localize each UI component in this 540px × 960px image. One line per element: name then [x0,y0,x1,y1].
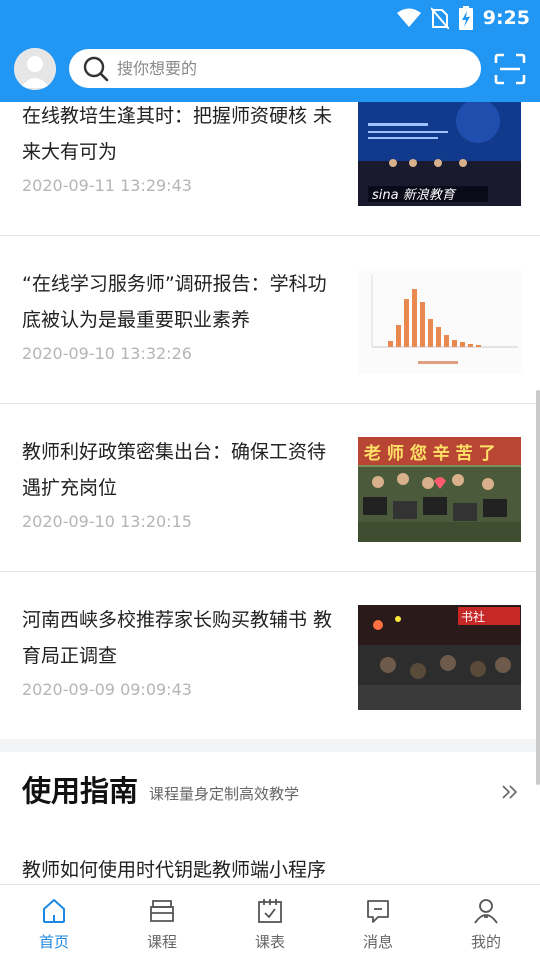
guide-section: 使用指南 课程量身定制高效教学 教师如何使用时代钥匙教师端小程序 [0,752,540,884]
news-title: 河南西峡多校推荐家长购买教辅书 教育局正调查 [22,609,333,667]
news-item[interactable]: 教师利好政策密集出台：确保工资待遇扩充岗位 2020-09-10 13:20:1… [0,404,540,572]
wifi-icon [396,8,421,27]
header: 9:25 [0,0,540,102]
bar-chart-image [358,269,521,374]
app-screen: 9:25 在线教培生逢其时：把握师资硬核 [0,0,540,960]
message-icon [367,900,389,923]
news-thumbnail [358,269,521,374]
news-thumbnail: 老 师 您 辛 苦 了 [358,437,521,542]
nav-course[interactable]: 课程 [108,885,216,960]
double-chevron-right-icon[interactable] [500,782,520,802]
no-sim-icon [430,7,449,29]
news-date: 2020-09-11 13:29:43 [22,176,192,195]
guide-subtitle: 课程量身定制高效教学 [149,785,300,803]
forum-photo-image: sina 新浪教育 [358,101,521,206]
news-item[interactable]: “在线学习服务师”调研报告：学科功底被认为是最重要职业素养 2020-09-10… [0,236,540,404]
profile-icon [474,899,498,924]
bookstore-photo-image: 书社 [358,605,521,710]
svg-text:老 师 您 辛 苦 了: 老 师 您 辛 苦 了 [363,443,496,464]
avatar-person-icon [14,48,56,90]
nav-schedule[interactable]: 课表 [216,885,324,960]
nav-message[interactable]: 消息 [324,885,432,960]
guide-title: 使用指南 [22,774,139,808]
search-icon [83,56,109,81]
news-thumbnail: 书社 [358,605,521,710]
status-bar: 9:25 [396,4,530,32]
news-date: 2020-09-10 13:20:15 [22,512,192,531]
news-thumbnail: sina 新浪教育 [358,101,521,206]
news-title: 在线教培生逢其时：把握师资硬核 未来大有可为 [22,105,333,163]
schedule-icon [258,899,282,923]
nav-label: 消息 [362,933,393,951]
course-icon [150,900,174,922]
news-date: 2020-09-09 09:09:43 [22,680,192,699]
svg-text:sina 新浪教育: sina 新浪教育 [372,187,457,203]
nav-label: 课程 [146,933,177,951]
bottom-nav: 首页 课程 课表 消息 我的 [0,884,540,960]
status-time: 9:25 [482,7,530,29]
avatar[interactable] [14,48,56,90]
students-photo-image: 老 师 您 辛 苦 了 [358,437,521,542]
scan-icon[interactable] [494,53,526,85]
news-date: 2020-09-10 13:32:26 [22,344,192,363]
home-icon [43,899,65,923]
nav-label: 首页 [38,933,69,951]
search-bar[interactable] [69,49,481,88]
section-divider [0,739,540,752]
nav-label: 我的 [470,933,501,951]
scrollbar[interactable] [536,390,540,785]
nav-profile[interactable]: 我的 [432,885,540,960]
search-input[interactable] [117,59,417,78]
news-title: 教师利好政策密集出台：确保工资待遇扩充岗位 [22,441,327,499]
nav-label: 课表 [254,933,285,951]
svg-text:书社: 书社 [461,609,485,624]
news-item[interactable]: 河南西峡多校推荐家长购买教辅书 教育局正调查 2020-09-09 09:09:… [0,572,540,740]
news-title: “在线学习服务师”调研报告：学科功底被认为是最重要职业素养 [22,273,327,331]
guide-item[interactable]: 教师如何使用时代钥匙教师端小程序 [22,855,326,882]
nav-home[interactable]: 首页 [0,885,108,960]
battery-charging-icon [458,6,473,30]
